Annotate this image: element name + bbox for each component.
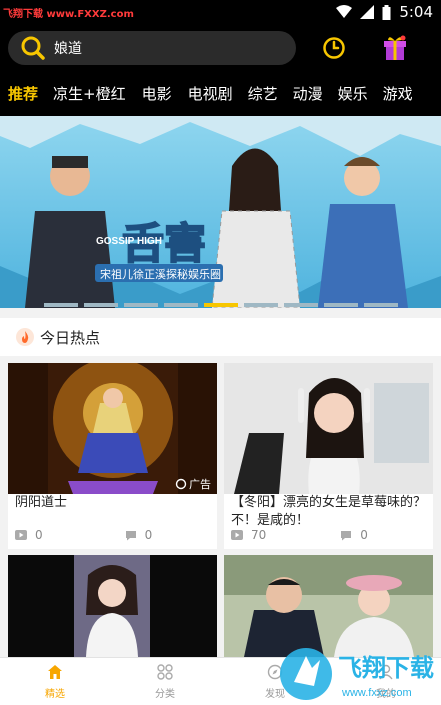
site-watermark: 飞翔下载 www.FXXZ.com: [3, 9, 134, 20]
app-header: 娘道: [0, 24, 441, 70]
banner-carousel[interactable]: 宋祖儿徐正溪探秘娱乐圈 舌害 GOSSIP HIGH: [0, 116, 441, 308]
video-card[interactable]: 广告 阴阳道士 0 0: [8, 363, 217, 549]
video-card[interactable]: [8, 555, 217, 657]
nav-label: 精选: [45, 689, 65, 700]
nav-featured[interactable]: 精选: [25, 664, 85, 700]
page-dot[interactable]: [43, 303, 78, 307]
nav-label: 分类: [155, 689, 175, 700]
play-count: 0: [35, 528, 43, 542]
comment-icon: [125, 530, 136, 540]
page-dot[interactable]: [323, 303, 358, 307]
tab-movie[interactable]: 电影: [142, 83, 172, 104]
ad-badge: 广告: [175, 476, 211, 492]
status-bar: 飞翔下载 www.FXXZ.com 5:04: [0, 0, 441, 24]
refresh-icon: [175, 478, 187, 490]
signal-icon: [360, 5, 375, 19]
video-thumbnail: [8, 555, 217, 657]
tab-recommend[interactable]: 推荐: [8, 83, 38, 104]
tab-game[interactable]: 游戏: [383, 83, 413, 104]
watermark-cn: 飞翔下载: [338, 654, 434, 682]
clock-icon: [323, 37, 345, 59]
search-bar[interactable]: 娘道: [8, 31, 296, 65]
gift-button[interactable]: [383, 35, 407, 65]
page-dot[interactable]: [363, 303, 398, 307]
category-tabs: 推荐 凉生+橙红 电影 电视剧 综艺 动漫 娱乐 游戏: [0, 70, 441, 116]
play-count: 70: [251, 528, 267, 542]
page-dot[interactable]: [83, 303, 118, 307]
page-dot[interactable]: [283, 303, 318, 307]
search-icon: [21, 36, 45, 60]
page-dot[interactable]: [243, 303, 278, 307]
tab-anime[interactable]: 动漫: [293, 83, 323, 104]
video-meta: 0 0: [15, 528, 152, 542]
app-screen: 飞翔下载 www.FXXZ.com 5:04 娘道 推荐 凉生+橙红 电影 电视…: [0, 0, 441, 705]
comment-count: 0: [360, 528, 368, 542]
video-meta: 70 0: [231, 528, 368, 542]
tab-liangsheng[interactable]: 凉生+橙红: [53, 83, 126, 104]
status-icons: 5:04: [336, 3, 433, 21]
tab-tv[interactable]: 电视剧: [188, 83, 233, 104]
play-count-icon: [231, 530, 243, 540]
gift-icon: [384, 35, 406, 60]
video-thumbnail: [224, 363, 433, 494]
banner-image: 宋祖儿徐正溪探秘娱乐圈 舌害 GOSSIP HIGH: [0, 116, 441, 308]
video-title: 【冬阳】漂亮的女生是草莓味的？不！是咸的！: [231, 495, 427, 528]
play-count-icon: [15, 530, 27, 540]
grid-icon: [157, 664, 173, 680]
watermark-url: www.fxxz.com: [341, 687, 412, 699]
banner-logo-en: GOSSIP HIGH: [96, 236, 162, 247]
wifi-icon: [336, 5, 353, 18]
history-button[interactable]: [322, 36, 346, 64]
nav-category[interactable]: 分类: [135, 664, 195, 700]
site-watermark-logo: 飞翔下载 www.fxxz.com: [280, 648, 434, 700]
banner-subtitle: 宋祖儿徐正溪探秘娱乐圈: [100, 267, 221, 281]
search-query: 娘道: [54, 41, 82, 57]
comment-count: 0: [144, 528, 153, 542]
ad-label: 广告: [189, 478, 211, 491]
clock-time: 5:04: [399, 3, 433, 21]
hot-section-header: 今日热点: [0, 318, 441, 356]
banner-pagination: [0, 303, 441, 308]
video-thumbnail: [8, 363, 217, 494]
comment-icon: [341, 530, 352, 540]
page-dot[interactable]: [123, 303, 158, 307]
page-dot[interactable]: [163, 303, 198, 307]
flame-icon: [16, 328, 34, 346]
video-title: 阴阳道士: [15, 495, 68, 510]
tab-variety[interactable]: 综艺: [248, 83, 278, 104]
video-card[interactable]: 【冬阳】漂亮的女生是草莓味的？不！是咸的！ 70 0: [224, 363, 433, 549]
battery-icon: [382, 4, 391, 20]
hot-section-title: 今日热点: [40, 328, 101, 347]
page-dot-active[interactable]: [203, 303, 238, 307]
home-icon: [48, 665, 62, 679]
tab-entertainment[interactable]: 娱乐: [338, 83, 368, 104]
